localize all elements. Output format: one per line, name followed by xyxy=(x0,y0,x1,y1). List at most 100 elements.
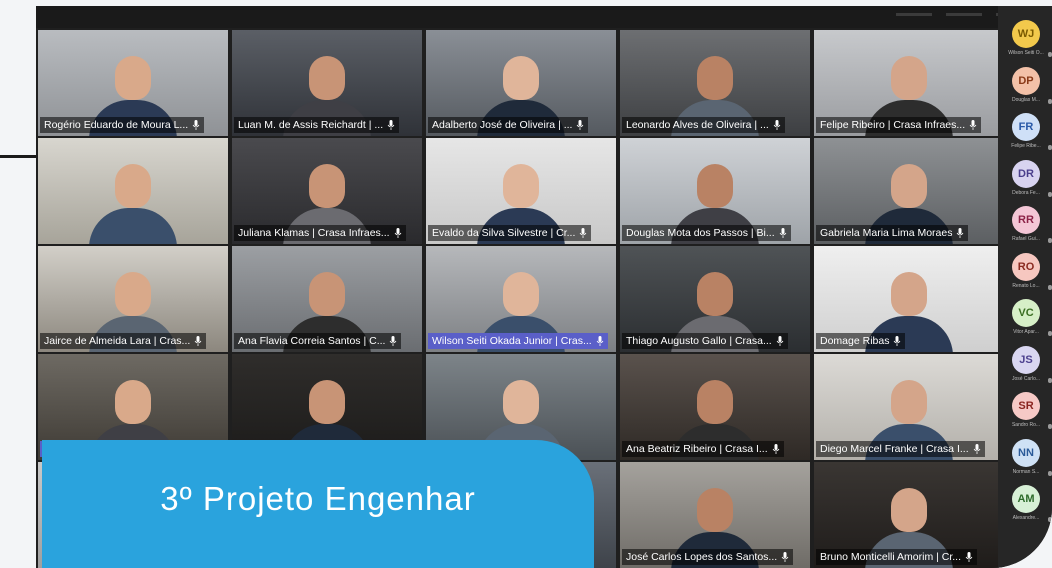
video-tile[interactable]: Douglas Mota dos Passos | Bi... xyxy=(620,138,810,244)
participant-name-label: Gabriela Maria Lima Moraes xyxy=(816,225,969,241)
video-tile[interactable]: Gabriela Maria Lima Moraes xyxy=(814,138,1004,244)
participant-name-label: Douglas Mota dos Passos | Bi... xyxy=(622,225,791,241)
participant-name-label: Bruno Monticelli Amorim | Cr... xyxy=(816,549,978,565)
participant-name-label: Diego Marcel Franke | Crasa I... xyxy=(816,441,985,457)
video-tile[interactable]: Adalberto José de Oliveira | ... xyxy=(426,30,616,136)
video-tile[interactable]: Domage Ribas xyxy=(814,246,1004,352)
minimize-icon[interactable] xyxy=(896,13,932,16)
participant-list-item[interactable]: AM Alexandre... xyxy=(1004,485,1052,532)
participant-list-name: Sandro Ro... xyxy=(1011,422,1041,428)
video-tile[interactable]: Leonardo Alves de Oliveira | ... xyxy=(620,30,810,136)
participant-list-item[interactable]: NN Norman S... xyxy=(1004,438,1052,486)
participant-list-item[interactable]: DP Douglas M... xyxy=(1004,66,1052,114)
participant-list-item[interactable]: DR Debora Fe... xyxy=(1004,159,1052,207)
microphone-icon xyxy=(1048,284,1052,290)
participant-list-item[interactable]: RO Renato Lo... xyxy=(1004,252,1052,300)
participant-list-name: Norman S... xyxy=(1012,468,1040,475)
microphone-icon xyxy=(194,336,202,346)
participant-name: Jairce de Almeida Lara | Cras... xyxy=(44,335,191,347)
microphone-icon xyxy=(1048,238,1052,243)
microphone-icon xyxy=(1048,331,1052,336)
microphone-icon xyxy=(577,120,584,130)
participant-list-name: Renato Lo... xyxy=(1012,282,1040,289)
microphone-icon xyxy=(1048,52,1052,57)
video-tile[interactable]: Bruno Monticelli Amorim | Cr... xyxy=(814,462,1004,568)
participant-name: Douglas Mota dos Passos | Bi... xyxy=(626,227,775,239)
microphone-icon xyxy=(580,228,587,238)
participant-name-label: Rogério Eduardo de Moura L... xyxy=(40,117,205,133)
participant-name-label: Jairce de Almeida Lara | Cras... xyxy=(40,333,207,349)
participant-name-label: Juliana Klamas | Crasa Infraes... xyxy=(234,225,406,241)
participant-name-label: Ana Beatriz Ribeiro | Crasa I... xyxy=(622,441,784,457)
microphone-icon xyxy=(1048,191,1052,197)
participant-list-item[interactable]: SR Sandro Ro... xyxy=(1004,392,1052,439)
participant-list-name: Alexandre... xyxy=(1012,515,1040,521)
participants-panel: WJ Wilson Seiti O... DP Douglas M... FR Felip… xyxy=(998,6,1052,568)
video-tile[interactable]: Ana Flavia Correia Santos | C... xyxy=(232,246,422,352)
participant-list-name: Debora Fe... xyxy=(1012,189,1040,196)
microphone-icon xyxy=(776,336,784,346)
microphone-icon xyxy=(192,120,200,130)
avatar: WJ xyxy=(1012,20,1040,48)
participant-list-item[interactable]: RR Rafael Gui... xyxy=(1004,206,1052,253)
microphone-icon xyxy=(1048,377,1052,383)
microphone-icon xyxy=(390,336,397,346)
avatar: DP xyxy=(1012,66,1040,95)
participant-name: Felipe Ribeiro | Crasa Infraes... xyxy=(820,119,966,131)
participant-name: Adalberto José de Oliveira | ... xyxy=(432,119,573,131)
microphone-icon xyxy=(969,120,977,130)
participant-list-item[interactable]: WJ Wilson Seiti O... xyxy=(1004,20,1052,67)
video-tile[interactable]: Wilson Seiti Okada Junior | Cras... xyxy=(426,246,616,352)
video-tile[interactable]: Felipe Ribeiro | Crasa Infraes... xyxy=(814,30,1004,136)
participant-name: Diego Marcel Franke | Crasa I... xyxy=(820,443,969,455)
participant-list-name: José Carlo... xyxy=(1011,375,1041,382)
video-tile[interactable] xyxy=(38,138,228,244)
video-tile[interactable]: Rogério Eduardo de Moura L... xyxy=(38,30,228,136)
video-tile[interactable]: Juliana Klamas | Crasa Infraes... xyxy=(232,138,422,244)
avatar: AM xyxy=(1012,485,1040,513)
participant-list-item[interactable]: FR Felipe Ribe... xyxy=(1004,113,1052,160)
participant-name-label: José Carlos Lopes dos Santos... xyxy=(622,549,794,565)
microphone-icon xyxy=(1048,470,1052,476)
video-tile[interactable]: Luan M. de Assis Reichardt | ... xyxy=(232,30,422,136)
participant-name-label: Felipe Ribeiro | Crasa Infraes... xyxy=(816,117,982,133)
decorative-line xyxy=(0,155,36,158)
participant-list-name: Wilson Seiti O... xyxy=(1008,50,1044,56)
video-tile[interactable]: Thiago Augusto Gallo | Crasa... xyxy=(620,246,810,352)
microphone-icon xyxy=(957,228,964,238)
participant-name: Thiago Augusto Gallo | Crasa... xyxy=(626,335,772,347)
participant-name: Rogério Eduardo de Moura L... xyxy=(44,119,189,131)
title-bar xyxy=(36,6,1052,28)
participant-name-label: Leonardo Alves de Oliveira | ... xyxy=(622,117,785,133)
maximize-icon[interactable] xyxy=(946,13,982,16)
banner-title: 3º Projeto Engenhar xyxy=(160,480,476,517)
microphone-icon xyxy=(772,444,779,454)
participant-name-label: Adalberto José de Oliveira | ... xyxy=(428,117,589,133)
participant-name: Wilson Seiti Okada Junior | Cras... xyxy=(432,335,592,347)
participant-name: Bruno Monticelli Amorim | Cr... xyxy=(820,551,962,563)
microphone-icon xyxy=(965,552,973,562)
video-tile[interactable]: Jairce de Almeida Lara | Cras... xyxy=(38,246,228,352)
microphone-icon xyxy=(394,228,401,238)
participant-list-item[interactable]: VC Vitor Apar... xyxy=(1004,299,1052,346)
participant-name: Leonardo Alves de Oliveira | ... xyxy=(626,119,769,131)
microphone-icon xyxy=(773,120,781,130)
avatar: RO xyxy=(1012,252,1040,281)
participant-video xyxy=(85,156,181,244)
avatar: VC xyxy=(1012,299,1040,327)
participant-list-name: Douglas M... xyxy=(1011,96,1041,103)
microphone-icon xyxy=(1048,98,1052,104)
microphone-icon xyxy=(387,120,395,130)
video-tile[interactable]: Ana Beatriz Ribeiro | Crasa I... xyxy=(620,354,810,460)
video-tile[interactable]: Diego Marcel Franke | Crasa I... xyxy=(814,354,1004,460)
participant-name: Domage Ribas xyxy=(820,335,890,347)
avatar: DR xyxy=(1012,159,1040,188)
participant-name: Luan M. de Assis Reichardt | ... xyxy=(238,119,384,131)
participant-name: Juliana Klamas | Crasa Infraes... xyxy=(238,227,390,239)
video-tile[interactable]: José Carlos Lopes dos Santos... xyxy=(620,462,810,568)
participant-list-item[interactable]: JS José Carlo... xyxy=(1004,345,1052,393)
participant-name-label: Wilson Seiti Okada Junior | Cras... xyxy=(428,333,608,349)
participant-name: José Carlos Lopes dos Santos... xyxy=(626,551,778,563)
title-banner: 3º Projeto Engenhar xyxy=(42,440,594,568)
video-tile[interactable]: Evaldo da Silva Silvestre | Cr... xyxy=(426,138,616,244)
